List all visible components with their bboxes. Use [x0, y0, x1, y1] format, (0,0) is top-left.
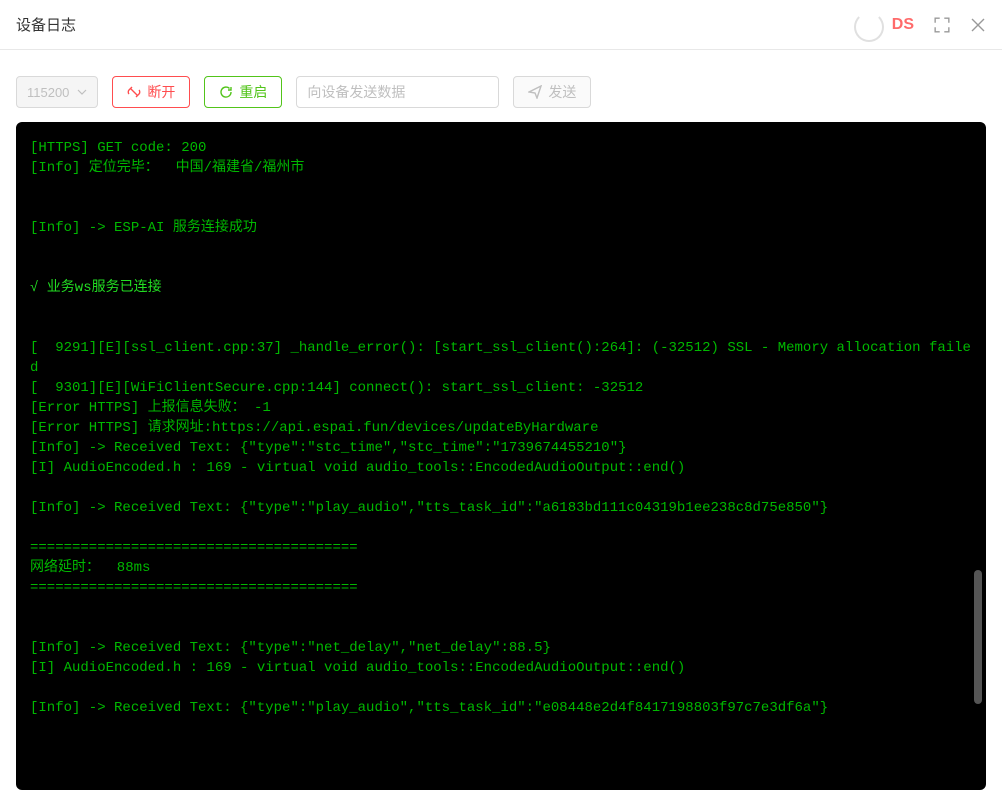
baud-rate-value: 115200 [27, 85, 69, 100]
log-line: [ 9291][E][ssl_client.cpp:37] _handle_er… [30, 338, 972, 378]
log-line: ======================================= [30, 538, 972, 558]
log-line: 网络延时： 88ms [30, 558, 972, 578]
disconnect-button[interactable]: 断开 [112, 76, 190, 108]
log-line: [Info] -> Received Text: {"type":"play_a… [30, 498, 972, 518]
terminal: [HTTPS] GET code: 200[Info] 定位完毕： 中国/福建省… [16, 122, 986, 790]
send-input[interactable] [296, 76, 499, 108]
log-line [30, 318, 972, 338]
log-line: [Info] -> Received Text: {"type":"stc_ti… [30, 438, 972, 458]
log-line [30, 238, 972, 258]
reboot-button[interactable]: 重启 [204, 76, 282, 108]
terminal-content[interactable]: [HTTPS] GET code: 200[Info] 定位完毕： 中国/福建省… [16, 122, 986, 790]
log-line [30, 198, 972, 218]
log-line [30, 258, 972, 278]
send-icon [528, 85, 542, 99]
log-line: [Info] 定位完毕： 中国/福建省/福州市 [30, 158, 972, 178]
ds-badge: DS [864, 16, 914, 34]
log-line: [Info] -> ESP-AI 服务连接成功 [30, 218, 972, 238]
disconnect-icon [127, 85, 141, 99]
log-line: [I] AudioEncoded.h : 169 - virtual void … [30, 658, 972, 678]
log-line: √ 业务ws服务已连接 [30, 278, 972, 298]
header-right: DS [864, 16, 986, 34]
scrollbar-thumb[interactable] [974, 570, 982, 704]
chevron-down-icon [77, 87, 87, 98]
modal-header: 设备日志 DS [0, 0, 1002, 50]
modal-title: 设备日志 [16, 14, 76, 35]
log-line [30, 178, 972, 198]
send-button: 发送 [513, 76, 591, 108]
log-line: [Error HTTPS] 上报信息失败： -1 [30, 398, 972, 418]
log-line [30, 678, 972, 698]
baud-rate-select: 115200 [16, 76, 98, 108]
log-line: [I] AudioEncoded.h : 169 - virtual void … [30, 458, 972, 478]
log-line: ======================================= [30, 578, 972, 598]
log-line [30, 298, 972, 318]
toolbar: 115200 断开 重启 发送 [0, 50, 1002, 122]
log-line: [ 9301][E][WiFiClientSecure.cpp:144] con… [30, 378, 972, 398]
close-icon[interactable] [970, 17, 986, 33]
reload-icon [219, 85, 233, 99]
log-line [30, 618, 972, 638]
log-line [30, 598, 972, 618]
log-line: [Info] -> Received Text: {"type":"play_a… [30, 698, 972, 718]
log-line: [Error HTTPS] 请求网址:https://api.espai.fun… [30, 418, 972, 438]
log-line [30, 518, 972, 538]
expand-icon[interactable] [934, 17, 950, 33]
disconnect-label: 断开 [147, 82, 175, 102]
reboot-label: 重启 [239, 82, 267, 102]
log-line: [HTTPS] GET code: 200 [30, 138, 972, 158]
log-line: [Info] -> Received Text: {"type":"net_de… [30, 638, 972, 658]
send-label: 发送 [548, 82, 576, 102]
log-line [30, 478, 972, 498]
